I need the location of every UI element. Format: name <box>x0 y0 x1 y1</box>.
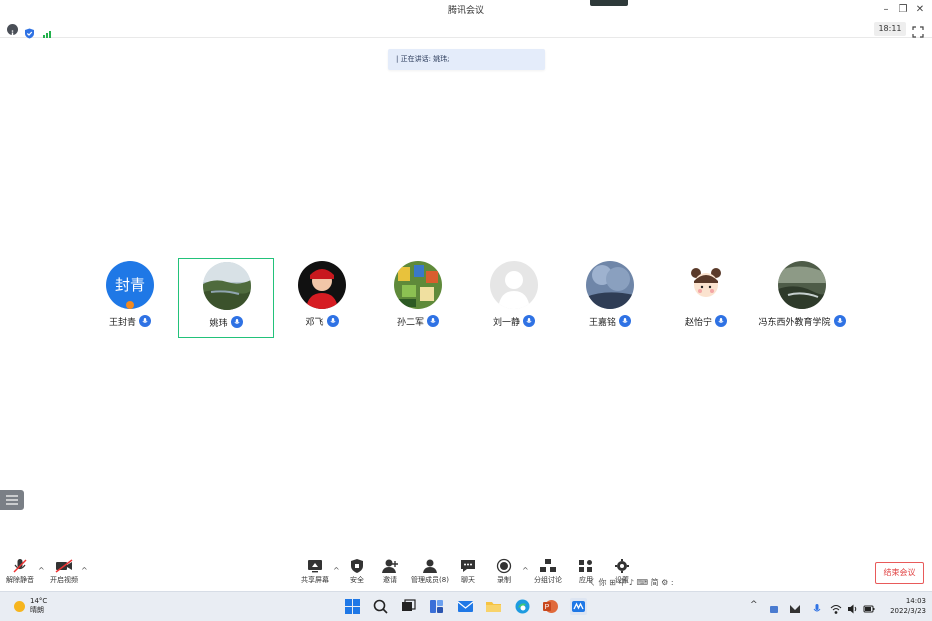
windows-start-icon[interactable] <box>344 598 361 615</box>
start-video-label: 开启视频 <box>50 576 78 584</box>
chat-button[interactable]: 聊天 <box>448 558 488 588</box>
participant-name: 赵怡宁 <box>684 317 712 328</box>
powerpoint-icon[interactable]: P <box>542 598 559 615</box>
signal-strength-icon[interactable] <box>42 24 53 38</box>
windows-taskbar: 14°C 晴朗 P ^ 14:03 2022/3/23 <box>0 591 932 621</box>
unmute-button[interactable]: 解除静音 <box>0 558 40 588</box>
window-title: 腾讯会议 <box>447 6 484 16</box>
participant-tile[interactable]: 王嘉铭 <box>562 258 658 338</box>
avatar <box>298 261 346 309</box>
battery-icon[interactable] <box>863 600 875 613</box>
mic-icon <box>619 315 631 327</box>
participant-tile[interactable]: 邓飞 <box>274 258 370 338</box>
security-shield-icon[interactable] <box>24 24 35 39</box>
sun-icon <box>14 600 25 612</box>
input-method-toolbar[interactable]: ㄑ 你 ⊞ 中 ♪ ⌨ 简 ⚙ : <box>588 577 674 588</box>
manage-members-button[interactable]: 管理成员(8) <box>410 558 450 588</box>
avatar-cartoon-icon <box>682 261 730 309</box>
info-icon[interactable] <box>7 24 18 37</box>
start-video-button[interactable]: 开启视频 <box>44 558 84 588</box>
fullscreen-icon[interactable] <box>912 23 924 38</box>
breakout-rooms-button[interactable]: 分组讨论 <box>528 558 568 588</box>
mic-icon <box>523 315 535 327</box>
video-options-chevron-icon[interactable]: ^ <box>81 566 88 575</box>
avatar <box>203 262 251 310</box>
breakout-rooms-label: 分组讨论 <box>534 576 562 584</box>
member-list-toggle-button[interactable] <box>0 490 24 510</box>
avatar <box>586 261 634 309</box>
widgets-icon[interactable] <box>428 598 445 615</box>
weather-desc: 晴朗 <box>30 606 44 614</box>
record-label: 录制 <box>497 576 511 584</box>
invite-label: 邀请 <box>383 576 397 584</box>
participant-name: 冯东西外教育学院 <box>758 317 831 328</box>
system-date: 2022/3/23 <box>890 607 926 615</box>
invite-button[interactable]: 邀请 <box>370 558 410 588</box>
mic-icon <box>833 315 846 327</box>
tray-microphone-icon[interactable] <box>811 600 823 612</box>
avatar-default-icon <box>490 261 538 309</box>
meeting-info-bar: 18:11 <box>0 20 932 39</box>
title-bar: 腾讯会议 – ❐ ✕ <box>0 0 932 20</box>
participant-name: 邓飞 <box>305 317 324 328</box>
tray-app-icon[interactable] <box>768 600 780 613</box>
file-explorer-icon[interactable] <box>485 598 502 615</box>
tray-overflow-chevron-icon[interactable]: ^ <box>750 600 758 610</box>
mic-icon <box>139 315 151 327</box>
edge-browser-icon[interactable] <box>514 598 531 615</box>
chat-label: 聊天 <box>461 576 475 584</box>
meeting-toolbar: 解除静音 ^ 开启视频 ^ 共享屏幕 ^ 安全 邀请 管理成员(8) 聊天 录制… <box>0 556 932 590</box>
mic-icon <box>230 316 243 328</box>
tencent-meeting-taskbar-icon[interactable] <box>570 598 587 615</box>
unmute-label: 解除静音 <box>6 576 34 584</box>
participant-tile[interactable]: 刘一静 <box>466 258 562 338</box>
share-screen-button[interactable]: 共享屏幕 <box>295 558 335 588</box>
mail-icon[interactable] <box>457 598 474 615</box>
close-button[interactable]: ✕ <box>910 2 930 18</box>
system-time: 14:03 <box>905 597 926 605</box>
participant-name: 刘一静 <box>492 317 520 328</box>
participant-name: 王嘉铭 <box>588 317 616 328</box>
participant-name: 姚玮 <box>209 318 228 329</box>
search-icon[interactable] <box>372 598 389 615</box>
record-button[interactable]: 录制 <box>484 558 524 588</box>
participant-tile-active-speaker[interactable]: 姚玮 <box>178 258 274 338</box>
weather-temp: 14°C <box>30 597 48 605</box>
task-view-icon[interactable] <box>400 598 417 615</box>
participant-tile[interactable]: 冯东西外教育学院 <box>754 258 850 338</box>
svg-text:P: P <box>545 604 550 611</box>
host-badge-icon <box>126 301 134 309</box>
end-meeting-button[interactable]: 结束会议 <box>875 562 924 584</box>
system-clock[interactable]: 14:03 2022/3/23 <box>880 596 926 616</box>
participant-tile[interactable]: 赵怡宁 <box>658 258 754 338</box>
manage-members-label: 管理成员(8) <box>411 576 449 584</box>
speaking-notification: | 正在讲话: 姚玮; <box>388 49 545 70</box>
avatar <box>778 261 826 309</box>
share-screen-label: 共享屏幕 <box>301 576 329 584</box>
avatar <box>394 261 442 309</box>
participant-name: 王封青 <box>108 317 136 328</box>
weather-widget[interactable]: 14°C 晴朗 <box>14 597 47 615</box>
mic-icon <box>326 315 339 327</box>
participant-name: 孙二军 <box>396 317 424 328</box>
volume-icon[interactable] <box>847 600 859 614</box>
tencent-meeting-window: 腾讯会议 – ❐ ✕ 18:11 | 正在讲话: 姚玮; 封青 王封青 姚玮 邓… <box>0 0 932 621</box>
participant-tile[interactable]: 孙二军 <box>370 258 466 338</box>
mic-icon <box>715 315 727 327</box>
mic-icon <box>427 315 439 327</box>
tray-mail-icon[interactable] <box>789 600 801 613</box>
wifi-icon[interactable] <box>830 600 842 614</box>
participant-tile[interactable]: 封青 王封青 <box>82 258 178 338</box>
meeting-timer: 18:11 <box>874 22 906 36</box>
